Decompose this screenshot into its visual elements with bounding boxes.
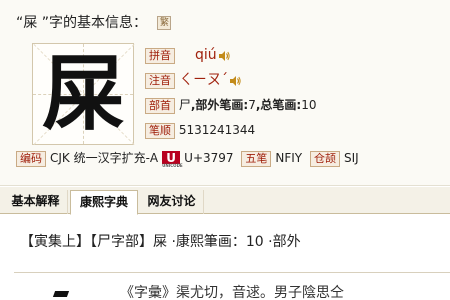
encoding-label: 编码	[16, 150, 46, 167]
kangxi-glyph-fragment	[46, 285, 76, 300]
kangxi-quote: 《字彙》渠尤切，音逑。男子陰思仝	[120, 285, 344, 300]
total-strokes-label: ,总笔画:	[255, 98, 302, 112]
radical-label: 部首	[145, 97, 175, 114]
title-quote-close: ”	[37, 15, 49, 31]
code-row: 编码 CJK 统一汉字扩充-A U UNICODE U+3797 五笔 NFIY 仓颉 SI…	[16, 149, 363, 168]
kangxi-info-line: 【寅集上】【尸字部】屎 ·康熙筆画：10 ·部外	[20, 234, 301, 250]
divider	[14, 272, 450, 273]
character-grid-box: 屎	[32, 43, 135, 146]
title-char: 屎	[23, 15, 38, 31]
wubi-value: NFIY	[275, 151, 303, 165]
kangxi-content: 【寅集上】【尸字部】屎 ·康熙筆画：10 ·部外 《字彙》渠尤切，音逑。男子陰思…	[0, 215, 450, 300]
stroke-order-label: 笔顺	[145, 122, 175, 139]
encoding-value: CJK 统一汉字扩充-A	[50, 151, 159, 165]
total-strokes-value: 10	[301, 98, 317, 112]
outside-strokes-value: 7	[248, 98, 256, 112]
unicode-value: U+3797	[184, 151, 234, 165]
pinyin-label: 拼音	[145, 47, 175, 64]
cangjie-value: SIJ	[343, 151, 359, 165]
traditional-badge[interactable]: 繁	[157, 16, 172, 30]
tab-user-discussion[interactable]: 网友讨论	[140, 190, 204, 214]
tab-kangxi-dictionary[interactable]: 康熙字典	[70, 190, 138, 215]
zhuyin-value: ㄑㄧㄡˊ	[179, 72, 228, 88]
big-character: 屎	[41, 46, 124, 142]
speaker-icon[interactable]	[230, 75, 241, 87]
panel-title: “屎 ”字的基本信息： 繁	[16, 12, 172, 32]
stroke-order-row: 笔顺 5131241344	[145, 121, 255, 139]
cangjie-label: 仓颉	[309, 150, 340, 167]
stroke-order-value: 5131241344	[178, 123, 256, 137]
outside-strokes-label: ,部外笔画:	[190, 98, 249, 112]
radical-row: 部首 尸,部外笔画:7,总笔画:10	[145, 96, 316, 114]
zhuyin-row: 注音 ㄑㄧㄡˊ	[145, 71, 241, 89]
wubi-label: 五笔	[241, 150, 272, 167]
pinyin-value: qiú	[195, 47, 217, 63]
unicode-logo: U UNICODE	[162, 150, 183, 168]
title-suffix: 字的基本信息：	[48, 15, 147, 31]
zhuyin-label: 注音	[145, 72, 175, 89]
char-info-panel: “屎 ”字的基本信息： 繁 屎 拼音 qiú 注音 ㄑㄧㄡˊ 部首 尸,部外笔画:7…	[0, 0, 450, 186]
radical-value[interactable]: 尸	[179, 98, 191, 112]
pinyin-row: 拼音 qiú	[145, 46, 230, 64]
tab-basic-explanation[interactable]: 基本解释	[4, 190, 68, 214]
tab-bar: 基本解释 康熙字典 网友讨论	[0, 187, 450, 215]
speaker-icon[interactable]	[218, 50, 230, 62]
